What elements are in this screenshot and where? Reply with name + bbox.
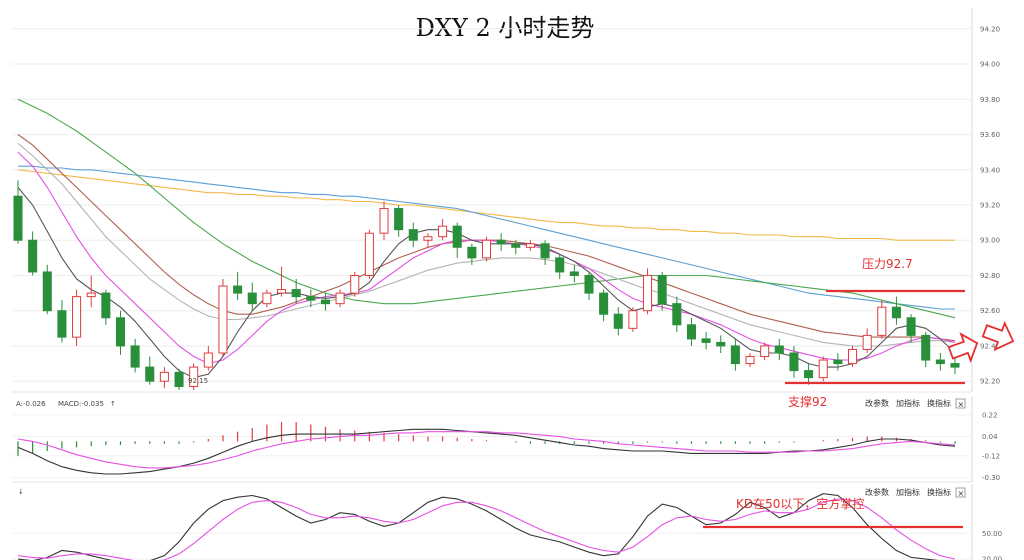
candle-body <box>57 310 67 338</box>
candle-body <box>145 366 155 382</box>
candle-body <box>218 285 228 354</box>
candle-body <box>745 356 755 365</box>
candle-body <box>379 208 389 234</box>
candle-body <box>628 310 638 329</box>
chart-title: DXY 2 小时走势 <box>416 14 595 42</box>
candle-body <box>115 317 126 347</box>
candle-body <box>277 289 287 294</box>
candle-body <box>496 239 506 245</box>
y-tick-label: 0.22 <box>982 411 998 419</box>
dxy-chart: DXY 2 小时走势 94.20 94.00 93.80 93.60 93.40 93.2… <box>0 0 1024 560</box>
candle-body <box>774 345 784 354</box>
kd-arrow-icon: ↓ <box>18 488 24 496</box>
add-indicator-button[interactable]: 加指标 <box>896 487 920 497</box>
candle-body <box>950 363 960 368</box>
candle-body <box>862 334 872 350</box>
candle-body <box>452 225 462 248</box>
params-button[interactable]: 改参数 <box>865 487 889 497</box>
candle-body <box>511 243 521 248</box>
candle-body <box>13 195 23 241</box>
candle-body <box>672 303 682 326</box>
candle-body <box>686 324 696 340</box>
candle-body <box>438 225 448 238</box>
kd-annotation-label: KD在50以下，空方掌控 <box>736 496 864 511</box>
low-price-label: 92.15 <box>188 377 208 385</box>
candle-body <box>599 292 609 315</box>
candle-body <box>320 299 330 305</box>
candle-body <box>760 345 770 358</box>
candle-body <box>921 334 931 361</box>
candle-body <box>877 306 887 336</box>
y-tick-label: 94.20 <box>980 25 1000 33</box>
candle-body <box>159 371 169 382</box>
candle-body <box>643 274 653 312</box>
candle-body <box>72 296 82 338</box>
candle-body <box>42 271 52 312</box>
close-icon: × <box>958 400 965 409</box>
candle-body <box>891 306 901 319</box>
macd-indicator-label: A:-0.026 <box>16 400 46 408</box>
params-button[interactable]: 改参数 <box>865 398 889 408</box>
candle-body <box>408 229 418 241</box>
candle-body <box>569 271 579 276</box>
macd-arrow-icon: ↑ <box>110 400 116 408</box>
y-tick-label: 93.20 <box>980 202 1000 210</box>
candle-body <box>467 246 477 259</box>
y-tick-label: 93.60 <box>980 131 1000 139</box>
support-label: 支撑92 <box>788 394 827 409</box>
macd-value-label: MACD:-0.035 <box>58 400 104 408</box>
y-tick-label: 50.00 <box>982 530 1002 538</box>
y-tick-label: 20.00 <box>982 556 1002 560</box>
candle-body <box>481 239 492 259</box>
candle-body <box>350 274 360 294</box>
candle-body <box>847 348 858 365</box>
y-tick-label: 93.40 <box>980 166 1000 174</box>
resistance-label: 压力92.7 <box>862 257 913 271</box>
candle-body <box>364 232 374 276</box>
candle-body <box>291 289 301 298</box>
switch-indicator-button[interactable]: 换指标 <box>927 398 951 408</box>
candle-body <box>525 243 535 248</box>
candle-body <box>28 239 38 273</box>
y-tick-label: -0.12 <box>982 452 1000 460</box>
candle-body <box>423 236 433 241</box>
y-tick-label: -0.30 <box>982 474 1000 482</box>
candle-body <box>203 352 213 368</box>
candle-body <box>335 292 345 305</box>
candle-body <box>247 292 257 305</box>
candle-body <box>906 317 916 336</box>
candle-body <box>716 341 726 347</box>
candle-body <box>555 257 565 273</box>
candle-body <box>394 208 404 231</box>
candle-body <box>730 345 740 365</box>
candle-body <box>804 370 814 379</box>
candle-body <box>233 285 243 294</box>
candle-body <box>174 371 184 387</box>
y-tick-label: 92.60 <box>980 307 1000 315</box>
candle-body <box>262 292 272 305</box>
y-tick-label: 92.20 <box>980 378 1000 386</box>
add-indicator-button[interactable]: 加指标 <box>896 398 920 408</box>
candle-body <box>540 243 550 259</box>
candle-body <box>818 359 828 379</box>
candle-body <box>701 338 711 343</box>
close-icon: × <box>958 489 965 498</box>
candle-body <box>306 296 316 301</box>
y-tick-label: 93.00 <box>980 237 1000 245</box>
candle-body <box>130 345 140 368</box>
switch-indicator-button[interactable]: 换指标 <box>927 487 951 497</box>
y-tick-label: 93.80 <box>980 96 1000 104</box>
y-tick-label: 0.04 <box>982 433 998 441</box>
candle-body <box>657 274 667 305</box>
candle-body <box>833 359 843 365</box>
candle-body <box>86 292 96 298</box>
y-tick-label: 94.00 <box>980 61 1000 69</box>
candle-body <box>935 359 945 365</box>
candle-body <box>101 292 111 319</box>
candle-body <box>584 274 594 294</box>
candle-body <box>613 313 623 329</box>
y-tick-label: 92.80 <box>980 272 1000 280</box>
candle-body <box>789 352 799 372</box>
